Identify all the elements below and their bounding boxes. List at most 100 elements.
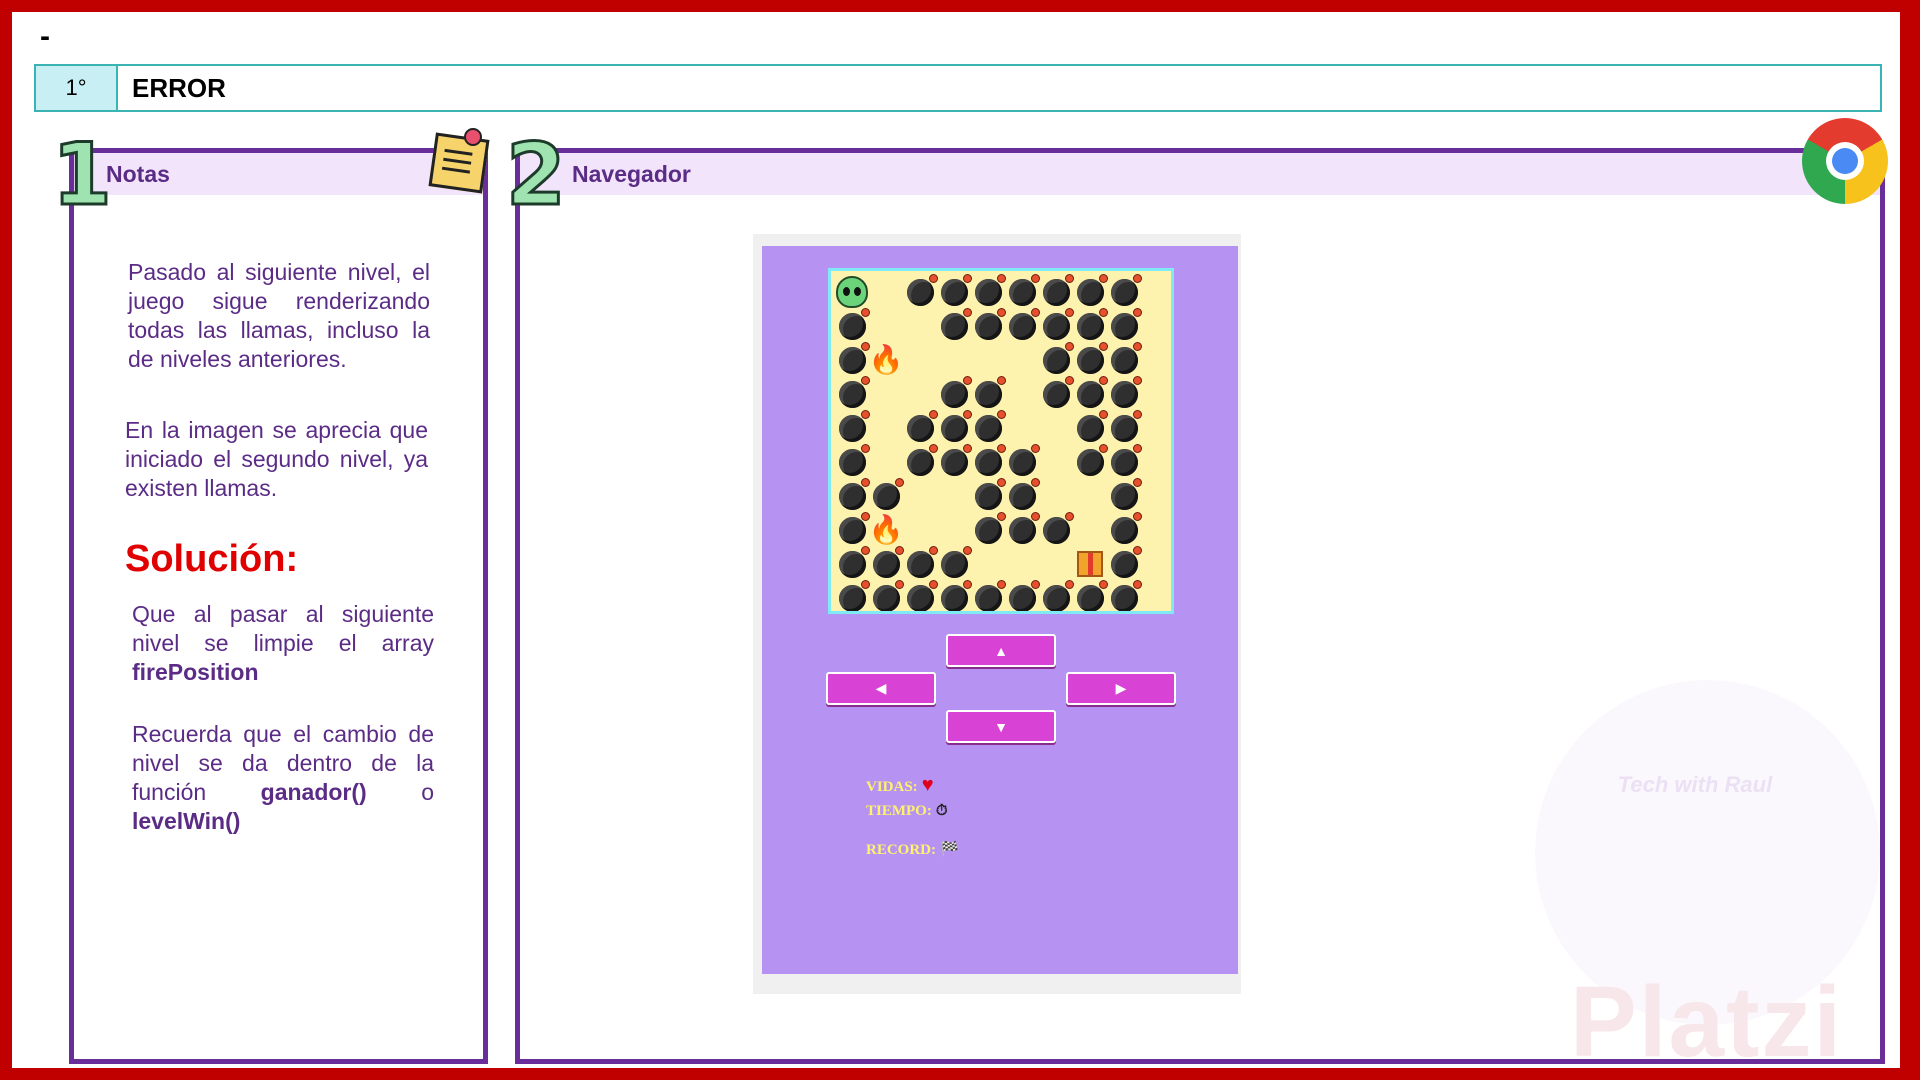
game-board: 🔥 🔥 (831, 271, 1171, 611)
bomb-icon (1073, 376, 1107, 411)
error-title: ERROR (132, 72, 226, 103)
up-button[interactable]: ▲ (946, 634, 1056, 667)
error-header-bar: 1° ERROR (34, 64, 1882, 112)
bomb-icon (1073, 342, 1107, 377)
bomb-icon (971, 376, 1005, 411)
player-alien-icon (835, 275, 869, 309)
bomb-icon (1107, 546, 1141, 581)
record-label: RECORD: (866, 842, 936, 858)
chrome-logo-icon (1802, 118, 1888, 204)
time-label: TIEMPO: (866, 803, 932, 819)
bomb-icon (937, 546, 971, 581)
bomb-icon (1039, 512, 1073, 547)
solution-keyword: firePosition (132, 659, 259, 685)
bomb-icon (1073, 274, 1107, 309)
solution-title: Solución: (125, 538, 299, 580)
bomb-icon (903, 580, 937, 611)
bomb-icon (1073, 308, 1107, 343)
bomb-icon (1073, 444, 1107, 479)
reminder-text: Recuerda que el cambio de nivel se da de… (132, 720, 434, 836)
bomb-icon (835, 308, 869, 343)
bomb-icon (1005, 478, 1039, 513)
bomb-icon (835, 546, 869, 581)
heart-icon: ♥ (921, 774, 934, 796)
bomb-icon (1039, 274, 1073, 309)
solution-description: Que al pasar al siguiente nivel se limpi… (132, 601, 434, 656)
bomb-icon (1039, 308, 1073, 343)
bomb-icon (835, 512, 869, 547)
bomb-icon (1039, 580, 1073, 611)
bomb-icon (1107, 580, 1141, 611)
time-stat: TIEMPO: ⏱ (866, 802, 948, 820)
lives-label: VIDAS: (866, 779, 918, 795)
checkered-flag-icon: 🏁 (940, 842, 959, 858)
bomb-icon (937, 274, 971, 309)
note-paragraph-1: Pasado al siguiente nivel, el juego sigu… (128, 259, 430, 372)
bomb-icon (1005, 512, 1039, 547)
browser-panel-title: Navegador (572, 160, 691, 187)
bomb-icon (1107, 444, 1141, 479)
bomb-icon (1107, 478, 1141, 513)
reminder-keyword-levelwin: levelWin() (132, 808, 241, 834)
bomb-icon (971, 444, 1005, 479)
bomb-icon (1039, 342, 1073, 377)
bomb-icon (1005, 444, 1039, 479)
bomb-icon (903, 444, 937, 479)
bomb-icon (1073, 580, 1107, 611)
bomb-icon (937, 580, 971, 611)
notes-badge-number: 1 (51, 125, 114, 225)
solution-text: Que al pasar al siguiente nivel se limpi… (132, 600, 434, 687)
bomb-icon (1073, 410, 1107, 445)
bomb-icon (869, 478, 903, 513)
bomb-icon (1005, 580, 1039, 611)
record-stat: RECORD: 🏁 (866, 840, 959, 859)
bomb-icon (937, 376, 971, 411)
browser-panel-header: Navegador (520, 153, 1880, 195)
platzi-watermark: Platzi (1570, 966, 1844, 1078)
bomb-icon (1107, 274, 1141, 309)
bomb-icon (971, 580, 1005, 611)
error-number: 1° (36, 66, 118, 110)
stopwatch-icon: ⏱ (935, 803, 948, 819)
slide-dash: - (40, 20, 50, 53)
bomb-icon (1107, 512, 1141, 547)
bomb-icon (971, 308, 1005, 343)
bomb-icon (937, 444, 971, 479)
bomb-icon (971, 274, 1005, 309)
bomb-icon (971, 478, 1005, 513)
browser-badge-number: 2 (505, 125, 568, 225)
note-paragraph-2: En la imagen se aprecia que iniciado el … (125, 417, 428, 501)
bomb-icon (835, 410, 869, 445)
reminder-or: o (421, 779, 434, 805)
gift-icon (1073, 547, 1107, 581)
bomb-icon (835, 342, 869, 377)
right-button[interactable]: ▶ (1066, 672, 1176, 705)
bomb-icon (971, 512, 1005, 547)
bomb-icon (869, 546, 903, 581)
bomb-icon (937, 308, 971, 343)
notes-panel-header: Notas (74, 153, 483, 195)
left-button[interactable]: ◀ (826, 672, 936, 705)
fire-icon: 🔥 (868, 514, 904, 545)
bomb-icon (835, 376, 869, 411)
bomb-icon (1107, 342, 1141, 377)
bomb-icon (869, 580, 903, 611)
bomb-icon (1039, 376, 1073, 411)
reminder-keyword-ganador: ganador() (260, 779, 367, 805)
bomb-icon (903, 274, 937, 309)
bomb-icon (1107, 410, 1141, 445)
watermark-text: Tech with Raul (1617, 772, 1773, 797)
bomb-icon (1005, 308, 1039, 343)
bomb-icon (835, 444, 869, 479)
bomb-icon (835, 580, 869, 611)
bomb-icon (937, 410, 971, 445)
bomb-icon (1005, 274, 1039, 309)
pin-icon (464, 128, 482, 146)
bomb-icon (1107, 308, 1141, 343)
bomb-icon (903, 410, 937, 445)
bomb-icon (835, 478, 869, 513)
down-button[interactable]: ▼ (946, 710, 1056, 743)
fire-icon: 🔥 (868, 344, 904, 375)
notes-panel-title: Notas (106, 160, 170, 187)
bomb-icon (1107, 376, 1141, 411)
